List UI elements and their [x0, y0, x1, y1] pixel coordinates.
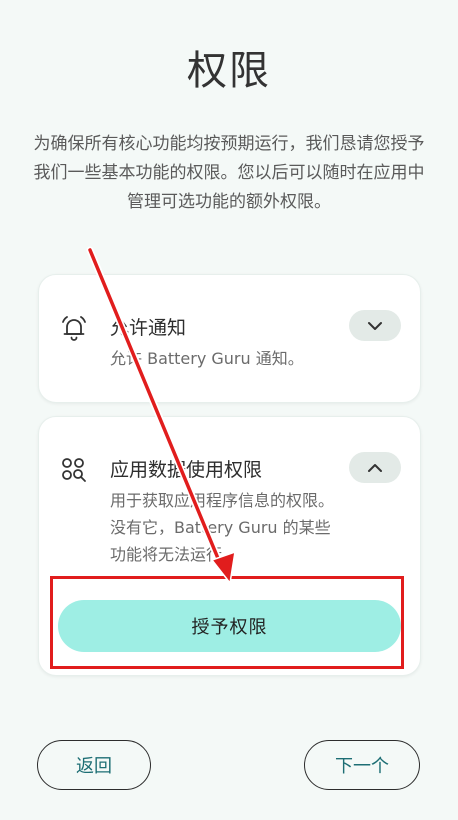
chevron-down-icon — [367, 316, 383, 335]
permission-subtitle: 用于获取应用程序信息的权限。没有它，Battery Guru 的某些功能将无法运… — [110, 491, 335, 564]
permission-subtitle: 允许 Battery Guru 通知。 — [110, 349, 304, 368]
next-button[interactable]: 下一个 — [304, 740, 420, 790]
chevron-up-icon — [367, 458, 383, 477]
bell-icon — [59, 313, 89, 343]
expand-toggle-button[interactable] — [349, 310, 401, 341]
permission-title: 应用数据使用权限 — [110, 459, 263, 481]
collapse-toggle-button[interactable] — [349, 452, 401, 483]
permission-title: 允许通知 — [110, 317, 187, 339]
permission-card-notifications[interactable]: 允许通知 允许 Battery Guru 通知。 — [38, 274, 421, 403]
page-description: 为确保所有核心功能均按预期运行，我们恳请您授予我们一些基本功能的权限。您以后可以… — [33, 134, 425, 212]
annotation-arrow — [86, 246, 236, 585]
back-button[interactable]: 返回 — [37, 740, 151, 790]
permission-card-usage-data[interactable]: 应用数据使用权限 用于获取应用程序信息的权限。没有它，Battery Guru … — [38, 416, 421, 676]
page-title: 权限 — [187, 48, 271, 94]
grant-permission-button[interactable]: 授予权限 — [58, 600, 401, 652]
apps-search-icon — [59, 455, 89, 485]
